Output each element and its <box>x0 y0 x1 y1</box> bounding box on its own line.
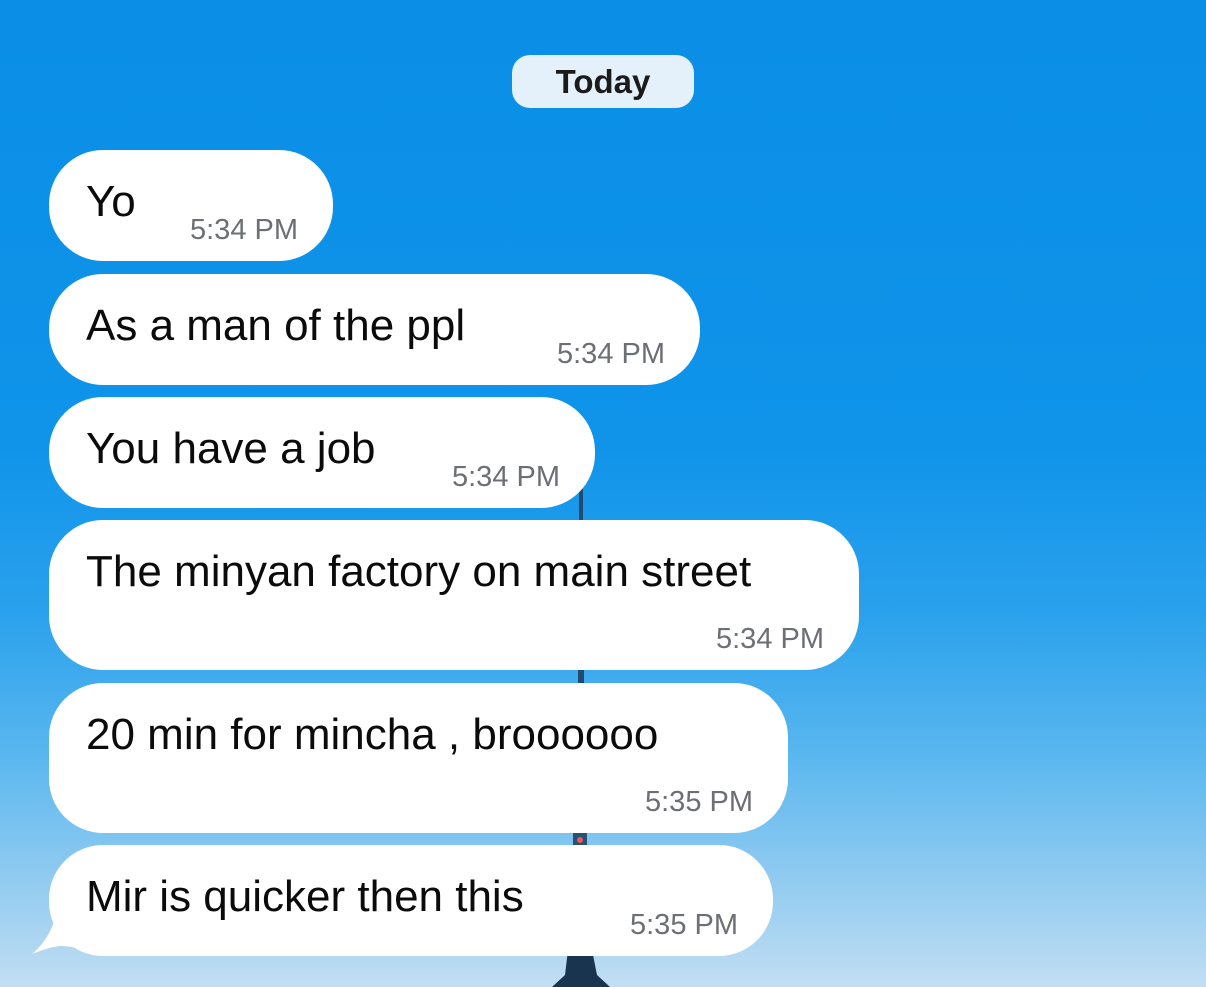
message-bubble[interactable]: Yo 5:34 PM <box>49 150 333 261</box>
message-text: 20 min for mincha , broooooo <box>86 710 659 759</box>
date-separator: Today <box>512 55 694 108</box>
message-bubble[interactable]: Mir is quicker then this 5:35 PM <box>49 845 773 956</box>
message-text: You have a job <box>86 424 376 473</box>
message-bubble[interactable]: 20 min for mincha , broooooo 5:35 PM <box>49 683 788 833</box>
message-bubble[interactable]: The minyan factory on main street 5:34 P… <box>49 520 859 670</box>
message-text: As a man of the ppl <box>86 301 466 350</box>
message-text: Yo <box>86 177 136 226</box>
message-timestamp: 5:35 PM <box>645 786 753 818</box>
message-timestamp: 5:34 PM <box>557 338 665 370</box>
message-text: The minyan factory on main street <box>86 547 752 596</box>
message-bubble[interactable]: You have a job 5:34 PM <box>49 397 595 508</box>
message-timestamp: 5:34 PM <box>190 214 298 246</box>
message-timestamp: 5:34 PM <box>716 623 824 655</box>
message-timestamp: 5:34 PM <box>452 461 560 493</box>
message-bubble[interactable]: As a man of the ppl 5:34 PM <box>49 274 700 385</box>
message-timestamp: 5:35 PM <box>630 909 738 941</box>
date-label: Today <box>555 62 651 100</box>
message-text: Mir is quicker then this <box>86 872 524 921</box>
chat-view: Today Yo 5:34 PM As a man of the ppl 5:3… <box>0 0 1206 987</box>
